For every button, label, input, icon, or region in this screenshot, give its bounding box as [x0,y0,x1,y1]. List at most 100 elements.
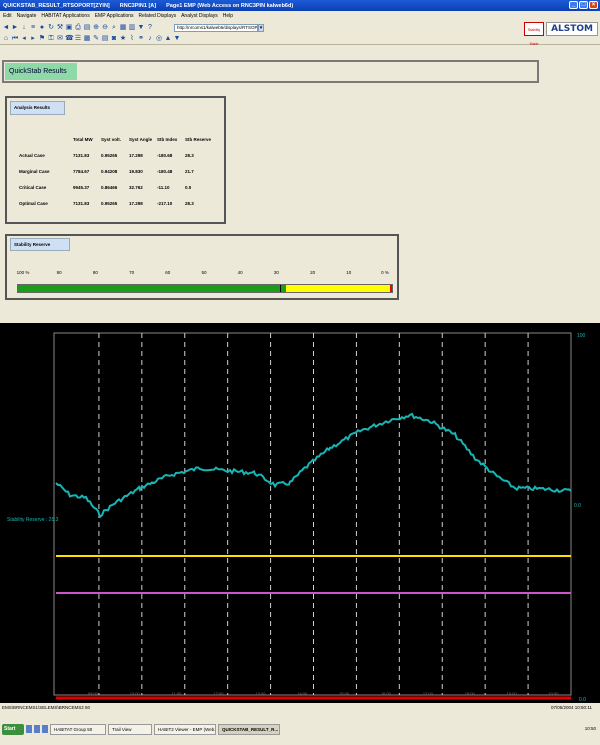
first-page-icon[interactable]: ⏮ [11,35,19,43]
zoom-out-icon[interactable]: ⊖ [101,24,109,32]
phone-icon[interactable]: ☎ [65,35,74,43]
quick-launch-icon[interactable] [42,725,48,733]
results-panel: QuickStab Results Analysis Results Total… [0,45,600,323]
scale-label: 30 [273,270,279,275]
down-arrow-icon[interactable]: ↓ [20,24,28,32]
header-cell: Syst Angle [129,136,153,142]
taskbar: Start HABITAT Group 50 Trail View HABIT2… [0,713,600,745]
stability-reserve-title: Stability Reserve [10,238,70,251]
x-axis-label: 14:00 [297,691,308,696]
maximize-button[interactable]: □ [579,1,588,9]
flag-icon[interactable]: ⚑ [38,35,46,43]
table-cell: 0.94208 [101,168,118,174]
address-dropdown-icon[interactable]: ▾ [258,24,264,32]
mail-icon[interactable]: ✉ [56,35,64,43]
toolbar-row-1: ◄ ► ↓ ≡ ● ↻ ⚒ ▣ ⎙ ▤ ⊕ ⊖ ⌕ ▦ ▥ ▼ ? [2,22,154,33]
grid-icon[interactable]: ▦ [119,24,127,32]
scale-label: 80 [92,270,98,275]
forward-icon[interactable]: ► [11,24,19,32]
tool-icon[interactable]: ⚒ [56,24,64,32]
stability-reserve-bar [17,284,393,293]
table-cell: 7131.83 [73,152,90,158]
row-label: Optimal Case [19,200,48,206]
save-icon[interactable]: ▤ [83,24,91,32]
x-axis-label: 16:00 [381,691,392,696]
zoom-in-icon[interactable]: ⊕ [92,24,100,32]
title-bar: QUICKSTAB_RESULT_RTSOPORT[ZYIN] RNC3PIN1… [0,0,600,11]
menu-related-displays[interactable]: Related Displays [139,13,177,19]
trend-max-label: 100 [577,333,586,339]
menu-help[interactable]: Help [223,13,233,19]
task-button[interactable]: Trail View [108,723,152,735]
list-icon[interactable]: ☰ [74,35,82,43]
menu-navigate[interactable]: Navigate [17,13,37,19]
table-cell: 17.298 [129,152,143,158]
row-label: Actual Case [19,152,45,158]
minimize-button[interactable]: _ [569,1,578,9]
menu-bar: Edit Navigate HABITAT Applications EMP A… [0,11,600,21]
clip-icon[interactable]: ⌇ [128,35,136,43]
stability-reserve-fill [18,285,287,292]
edit-icon[interactable]: ✎ [92,35,100,43]
task-button[interactable]: HABITAT Group 50 [50,723,106,735]
table-icon[interactable]: ▦ [83,35,91,43]
chart-icon[interactable]: ▥ [128,24,136,32]
print-icon[interactable]: ⎙ [74,24,82,32]
start-button[interactable]: Start [2,723,24,735]
task-button[interactable]: HABIT2 Viewer - EMP (Web... [154,723,216,735]
table-cell: 28.3 [185,200,194,206]
bell-icon[interactable]: ♪ [146,35,154,43]
star-icon[interactable]: ★ [119,35,127,43]
stability-marker [279,285,281,292]
menu-habitat-applications[interactable]: HABITAT Applications [41,13,89,19]
menu-icon[interactable]: ≡ [29,24,37,32]
menu-emp-applications[interactable]: EMP Applications [95,13,134,19]
filter-icon[interactable]: ▼ [137,24,145,32]
refresh-icon[interactable]: ↻ [47,24,55,32]
camera-icon[interactable]: ◙ [110,35,118,43]
page-title: QuickStab Results [5,63,77,80]
task-button-active[interactable]: QUICKSTAB_RESULT_R... [218,723,280,735]
table-cell: 7131.83 [73,200,90,206]
target-icon[interactable]: ◎ [155,35,163,43]
x-axis-label: 17:00 [423,691,434,696]
menu-analyst-displays[interactable]: Analyst Displays [181,13,218,19]
close-button[interactable]: × [589,1,598,9]
quick-launch-icon[interactable] [26,725,32,733]
scale-label: 60 [165,270,171,275]
folder-icon[interactable]: ▣ [65,24,73,32]
alstom-logo: ALSTOM [546,22,598,36]
quick-launch-icon[interactable] [34,725,40,733]
address-input[interactable]: http://nrcoms1/kalweb6/displays/RTSOPORT… [174,24,258,32]
page-header: QuickStab Results [2,60,539,83]
title-segment-3: Page1 EMP (Web Access on RNC3PIN kalweb6… [166,2,294,9]
home-icon[interactable]: ⌂ [2,35,10,43]
lock-icon[interactable]: ⚿ [47,35,55,43]
stability-scale: 100 % 90 80 70 60 50 40 30 20 10 0 % [13,270,395,278]
stop-icon[interactable]: ● [38,24,46,32]
x-axis-label: 10:50 [548,691,559,696]
x-axis-label: 13:00 [255,691,266,696]
menu-edit[interactable]: Edit [3,13,12,19]
table-cell: -11.10 [157,184,170,190]
prev-page-icon[interactable]: ◂ [20,35,28,43]
arrow-up-icon[interactable]: ▲ [164,35,172,43]
header-cell: Stb Index [157,136,178,142]
toolbar-row-2: ⌂ ⏮ ◂ ▸ ⚑ ⚿ ✉ ☎ ☰ ▦ ✎ ▤ ◙ ★ ⌇ ⚭ ♪ ◎ ▲ ▼ [2,33,181,44]
plot-frame [53,332,572,696]
next-page-icon[interactable]: ▸ [29,35,37,43]
row-label: Critical Case [19,184,47,190]
search-icon[interactable]: ⌕ [110,24,118,32]
link-icon[interactable]: ⚭ [137,35,145,43]
header-cell: Stb Reserve [185,136,212,142]
arrow-down-icon[interactable]: ▼ [173,35,181,43]
calendar-icon[interactable]: ▤ [101,35,109,43]
table-cell: 9945.37 [73,184,90,190]
back-icon[interactable]: ◄ [2,24,10,32]
title-segment-1: QUICKSTAB_RESULT_RTSOPORT[ZYIN] [3,2,110,9]
stability-reserve-panel: Stability Reserve 100 % 90 80 70 60 50 40 30 20 1… [5,234,399,300]
stability-logo: Stability Made Simple [524,22,545,60]
header-cell: Total MW [73,136,93,142]
help-icon[interactable]: ? [146,24,154,32]
status-timestamp: 07/05/2004 10:50:11 [551,705,592,710]
